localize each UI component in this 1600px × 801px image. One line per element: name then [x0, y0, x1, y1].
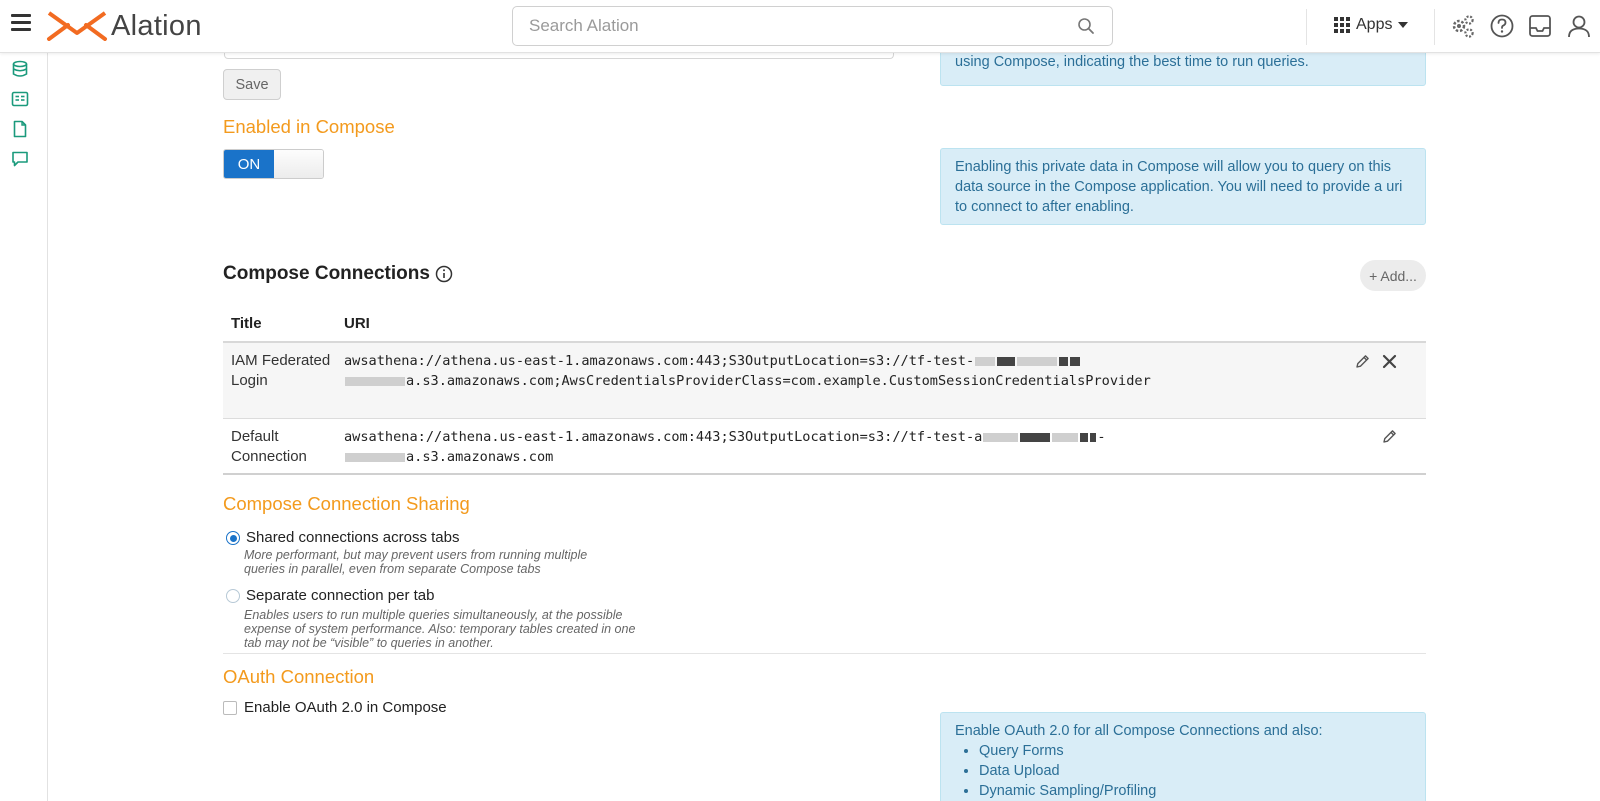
oauth-connection-title: OAuth Connection	[223, 666, 375, 687]
search-input[interactable]	[527, 7, 1067, 45]
settings-gears-icon[interactable]	[1450, 13, 1476, 39]
oauth-info-box: Enable OAuth 2.0 for all Compose Connect…	[940, 712, 1426, 801]
description-line: Enables users to run multiple queries si…	[244, 608, 623, 622]
enable-oauth-option[interactable]: Enable OAuth 2.0 in Compose	[223, 699, 447, 716]
help-icon[interactable]	[1489, 13, 1515, 39]
column-header-title: Title	[231, 315, 262, 332]
redacted-text	[983, 432, 1019, 442]
description-line: queries in parallel, even from separate …	[244, 562, 541, 576]
redacted-text	[1059, 356, 1069, 366]
description-line: expense of system performance. Also: tem…	[244, 622, 636, 636]
connection-sharing-title: Compose Connection Sharing	[223, 493, 470, 514]
separate-connection-label: Separate connection per tab	[246, 587, 435, 604]
table-header: Title URI	[223, 303, 1426, 343]
list-item: Dynamic Sampling/Profiling	[979, 781, 1411, 801]
alation-logo-mark-icon	[47, 11, 107, 41]
query-scheduling-info-box: using Compose, indicating the best time …	[940, 53, 1426, 86]
catalog-icon[interactable]	[11, 90, 29, 108]
enabled-in-compose-title: Enabled in Compose	[223, 116, 395, 137]
logo-text: Alation	[111, 9, 202, 42]
shared-connections-description: More performant, but may prevent users f…	[244, 548, 644, 576]
connection-uri: awsathena://athena.us-east-1.amazonaws.c…	[344, 427, 1344, 467]
shared-connections-radio[interactable]	[226, 531, 240, 545]
redacted-text	[345, 376, 405, 386]
oauth-info-intro: Enable OAuth 2.0 for all Compose Connect…	[955, 723, 1323, 739]
shared-connections-label: Shared connections across tabs	[246, 529, 460, 546]
apps-menu-button[interactable]: Apps	[1334, 14, 1409, 36]
apps-label: Apps	[1356, 16, 1393, 33]
enable-oauth-label: Enable OAuth 2.0 in Compose	[244, 699, 447, 716]
edit-pencil-icon[interactable]	[1354, 353, 1371, 370]
uri-line-1-end: -	[1097, 429, 1106, 445]
query-scheduling-info-text: using Compose, indicating the best time …	[955, 54, 1309, 70]
compose-connections-header: Compose Connections	[223, 263, 453, 285]
delete-close-icon[interactable]	[1381, 353, 1398, 370]
conversation-icon[interactable]	[11, 150, 29, 168]
shared-connections-option[interactable]: Shared connections across tabs	[226, 529, 459, 546]
separate-connection-radio[interactable]	[226, 589, 240, 603]
add-connection-button[interactable]: + Add...	[1360, 260, 1426, 291]
table-row: IAM Federated Login awsathena://athena.u…	[223, 343, 1426, 419]
database-icon[interactable]	[11, 60, 29, 78]
table-row: Default Connection awsathena://athena.us…	[223, 419, 1426, 475]
list-item: Data Upload	[979, 761, 1411, 781]
connection-uri: awsathena://athena.us-east-1.amazonaws.c…	[344, 351, 1344, 391]
info-icon[interactable]	[435, 265, 453, 283]
oauth-info-list: Query Forms Data Upload Dynamic Sampling…	[955, 741, 1411, 801]
document-icon[interactable]	[11, 120, 29, 138]
uri-line-1: awsathena://athena.us-east-1.amazonaws.c…	[344, 429, 983, 445]
description-line: More performant, but may prevent users f…	[244, 548, 588, 562]
connection-title: Default Connection	[231, 428, 307, 465]
left-rail	[0, 53, 48, 801]
connection-title: IAM Federated Login	[231, 352, 331, 389]
alation-logo[interactable]: Alation	[46, 10, 202, 42]
redacted-text	[975, 356, 996, 366]
redacted-text	[997, 356, 1016, 366]
chevron-down-icon	[1398, 22, 1409, 28]
list-item: Query Forms	[979, 741, 1411, 761]
hamburger-menu-icon[interactable]	[11, 14, 31, 32]
uri-line-2: a.s3.amazonaws.com;AwsCredentialsProvide…	[406, 373, 1151, 389]
description-line: tab may not be “visible” to queries in a…	[244, 636, 494, 650]
save-button[interactable]: Save	[223, 69, 281, 100]
section-divider	[223, 653, 1426, 654]
query-scheduling-input[interactable]	[224, 53, 894, 59]
edit-pencil-icon[interactable]	[1381, 428, 1398, 445]
compose-connections-title: Compose Connections	[223, 263, 430, 284]
enabled-in-compose-info-box: Enabling this private data in Compose wi…	[940, 148, 1426, 225]
column-header-uri: URI	[344, 315, 370, 332]
redacted-text	[1020, 432, 1051, 442]
top-divider	[1434, 9, 1435, 45]
toggle-off-side	[274, 150, 323, 178]
apps-grid-icon	[1334, 17, 1350, 33]
top-navigation-bar: Alation Apps	[0, 0, 1600, 53]
toggle-on-label: ON	[224, 150, 274, 178]
uri-line-1: awsathena://athena.us-east-1.amazonaws.c…	[344, 353, 975, 369]
enable-oauth-checkbox[interactable]	[223, 700, 237, 715]
redacted-text	[1017, 356, 1058, 366]
redacted-text	[1070, 356, 1081, 366]
redacted-text	[1052, 432, 1079, 442]
global-search	[512, 6, 1113, 46]
enabled-in-compose-info-text: Enabling this private data in Compose wi…	[955, 159, 1403, 215]
inbox-icon[interactable]	[1527, 13, 1553, 39]
enabled-in-compose-toggle[interactable]: ON	[223, 149, 324, 179]
compose-connections-table: Title URI IAM Federated Login awsathena:…	[223, 303, 1426, 475]
search-icon[interactable]	[1077, 17, 1095, 35]
separate-connection-option[interactable]: Separate connection per tab	[226, 587, 434, 604]
redacted-text	[345, 452, 405, 462]
separate-connection-description: Enables users to run multiple queries si…	[244, 608, 664, 650]
data-source-settings-panel: Save using Compose, indicating the best …	[48, 53, 1600, 801]
uri-line-2: a.s3.amazonaws.com	[406, 449, 554, 465]
top-divider	[1306, 9, 1307, 45]
redacted-text	[1080, 432, 1089, 442]
user-profile-icon[interactable]	[1566, 13, 1592, 39]
redacted-text	[1090, 432, 1097, 442]
